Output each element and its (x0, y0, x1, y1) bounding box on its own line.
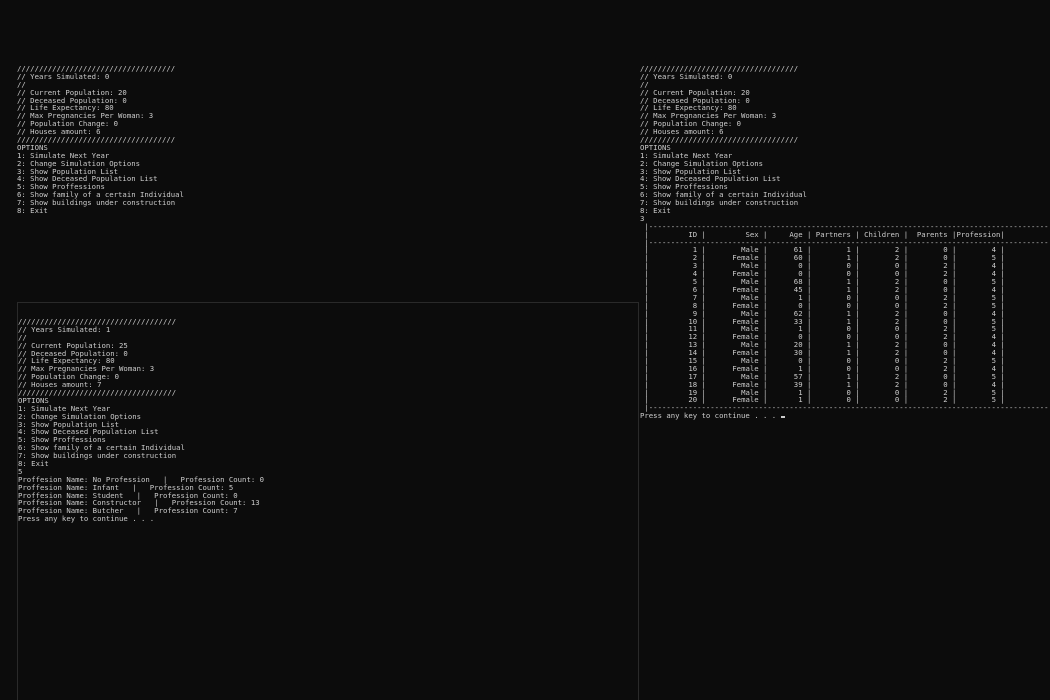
console-line: 7: Show buildings under construction (640, 198, 799, 208)
console-line: 8: Exit (18, 459, 49, 469)
console-line: 7: Show buildings under construction (18, 451, 177, 461)
console-output-initial: ////////////////////////////////////// Y… (17, 65, 184, 215)
console-output-professions: //////////////////////////////////// // Y… (18, 318, 264, 523)
console-line: // Years Simulated: 1 (18, 324, 111, 334)
console-line: // Years Simulated: 0 (17, 71, 110, 81)
console-line: // Years Simulated: 0 (640, 71, 733, 81)
console-line: 8: Exit (640, 206, 671, 216)
text-cursor (780, 416, 785, 419)
window-divider-right (638, 302, 639, 700)
continue-prompt-text: Press any key to continue . . . (640, 411, 777, 421)
console-line: Press any key to continue . . . (18, 514, 155, 524)
window-divider-horizontal (17, 302, 639, 303)
console-line: 8: Exit (17, 206, 48, 216)
console-output-population-list: //////////////////////////////////// // Y… (640, 65, 1050, 420)
console-line: //////////////////////////////////// (18, 388, 177, 398)
console-line: //////////////////////////////////// (640, 135, 799, 145)
continue-prompt: Press any key to continue . . . (640, 412, 1050, 420)
